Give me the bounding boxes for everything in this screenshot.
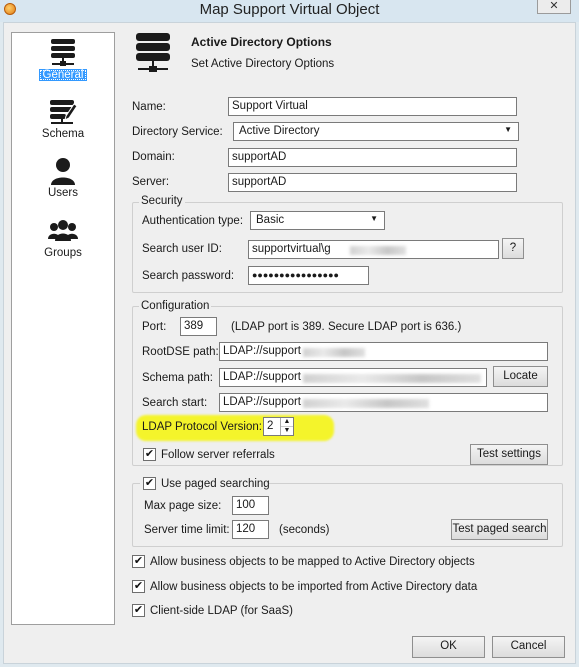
domain-label: Domain: <box>132 151 175 163</box>
stepper-up-icon[interactable]: ▲ <box>281 418 293 426</box>
group-icon <box>48 220 78 241</box>
configuration-group-title: Configuration <box>139 300 212 312</box>
header-server-icon <box>136 33 170 72</box>
client-side-ldap-checkbox[interactable]: ✔ <box>132 604 145 617</box>
rootdse-path-label: RootDSE path: <box>142 346 219 358</box>
allow-import-label: Allow business objects to be imported fr… <box>150 581 478 593</box>
rootdse-path-field[interactable]: LDAP://support <box>219 342 548 361</box>
name-field[interactable]: Support Virtual <box>228 97 517 116</box>
nav-item-general[interactable]: General <box>12 39 114 81</box>
auth-type-value: Basic <box>256 214 285 226</box>
auth-type-select[interactable]: Basic ▼ <box>250 211 385 230</box>
client-side-ldap-label: Client-side LDAP (for SaaS) <box>150 605 293 617</box>
help-button[interactable]: ? <box>502 238 524 259</box>
server-time-limit-label: Server time limit: <box>144 524 230 536</box>
search-user-id-label: Search user ID: <box>142 243 222 255</box>
redacted-blur <box>350 246 406 255</box>
nav-item-users[interactable]: Users <box>12 157 114 199</box>
redacted-blur <box>303 399 429 408</box>
domain-field[interactable]: supportAD <box>228 148 517 167</box>
nav-label-groups: Groups <box>44 247 82 259</box>
directory-service-value: Active Directory <box>239 125 320 137</box>
follow-referrals-label: Follow server referrals <box>161 449 275 461</box>
port-field[interactable]: 389 <box>180 317 217 336</box>
stepper-buttons[interactable]: ▲ ▼ <box>280 418 293 435</box>
test-paged-search-button[interactable]: Test paged search <box>451 519 548 540</box>
user-icon <box>51 158 75 185</box>
search-user-id-field[interactable]: supportvirtual\g <box>248 240 499 259</box>
header-title: Active Directory Options <box>191 35 332 49</box>
window-title: Map Support Virtual Object <box>199 1 380 18</box>
stepper-down-icon[interactable]: ▼ <box>281 426 293 434</box>
ldap-protocol-version-value: 2 <box>267 420 274 432</box>
nav-panel: General Schema Users Groups <box>11 32 115 625</box>
allow-mapping-label: Allow business objects to be mapped to A… <box>150 556 475 568</box>
security-group-title: Security <box>139 195 185 207</box>
redacted-blur <box>303 374 481 383</box>
max-page-size-label: Max page size: <box>144 500 222 512</box>
nav-label-users: Users <box>47 187 79 199</box>
auth-type-label: Authentication type: <box>142 215 244 227</box>
seconds-label: (seconds) <box>279 524 330 536</box>
port-label: Port: <box>142 321 167 333</box>
close-button[interactable]: ✕ <box>537 0 571 14</box>
allow-import-checkbox[interactable]: ✔ <box>132 580 145 593</box>
server-time-limit-field[interactable]: 120 <box>232 520 269 539</box>
rootdse-path-value: LDAP://support <box>223 345 301 357</box>
search-password-label: Search password: <box>142 270 235 282</box>
allow-mapping-checkbox[interactable]: ✔ <box>132 555 145 568</box>
server-field[interactable]: supportAD <box>228 173 517 192</box>
locate-button[interactable]: Locate <box>493 366 548 387</box>
directory-service-label: Directory Service: <box>132 126 223 138</box>
dropdown-arrow-icon: ▼ <box>370 214 378 223</box>
port-note: (LDAP port is 389. Secure LDAP port is 6… <box>231 321 462 333</box>
search-start-value: LDAP://support <box>223 396 301 408</box>
dialog-body: General Schema Users Groups Active Direc… <box>3 22 576 664</box>
ldap-protocol-version-stepper[interactable]: 2 ▲ ▼ <box>263 417 294 436</box>
redacted-blur <box>303 348 365 357</box>
search-start-field[interactable]: LDAP://support <box>219 393 548 412</box>
follow-referrals-checkbox[interactable]: ✔ <box>143 448 156 461</box>
schema-path-label: Schema path: <box>142 372 213 384</box>
cancel-button[interactable]: Cancel <box>492 636 565 658</box>
schema-path-field[interactable]: LDAP://support <box>219 368 487 387</box>
search-start-label: Search start: <box>142 397 208 409</box>
directory-service-select[interactable]: Active Directory ▼ <box>233 122 519 141</box>
schema-path-value: LDAP://support <box>223 371 301 383</box>
nav-item-schema[interactable]: Schema <box>12 98 114 140</box>
name-label: Name: <box>132 101 166 113</box>
max-page-size-field[interactable]: 100 <box>232 496 269 515</box>
server-icon <box>51 39 75 66</box>
ldap-protocol-version-label: LDAP Protocol Version: <box>142 421 262 433</box>
nav-label-general: General <box>38 69 88 81</box>
schema-edit-icon <box>50 100 77 124</box>
paged-search-checkbox[interactable]: ✔ <box>143 477 156 490</box>
server-label: Server: <box>132 176 170 188</box>
paged-search-label: Use paged searching <box>161 478 270 490</box>
ok-button[interactable]: OK <box>412 636 485 658</box>
nav-item-groups[interactable]: Groups <box>12 219 114 259</box>
test-settings-button[interactable]: Test settings <box>470 444 548 465</box>
nav-label-schema: Schema <box>41 128 85 140</box>
header-subtitle: Set Active Directory Options <box>191 58 335 70</box>
title-bar: Map Support Virtual Object ✕ <box>0 0 579 22</box>
dropdown-arrow-icon: ▼ <box>504 125 512 134</box>
search-password-field[interactable]: ●●●●●●●●●●●●●●●● <box>248 266 369 285</box>
search-user-id-value: supportvirtual\g <box>252 243 331 255</box>
